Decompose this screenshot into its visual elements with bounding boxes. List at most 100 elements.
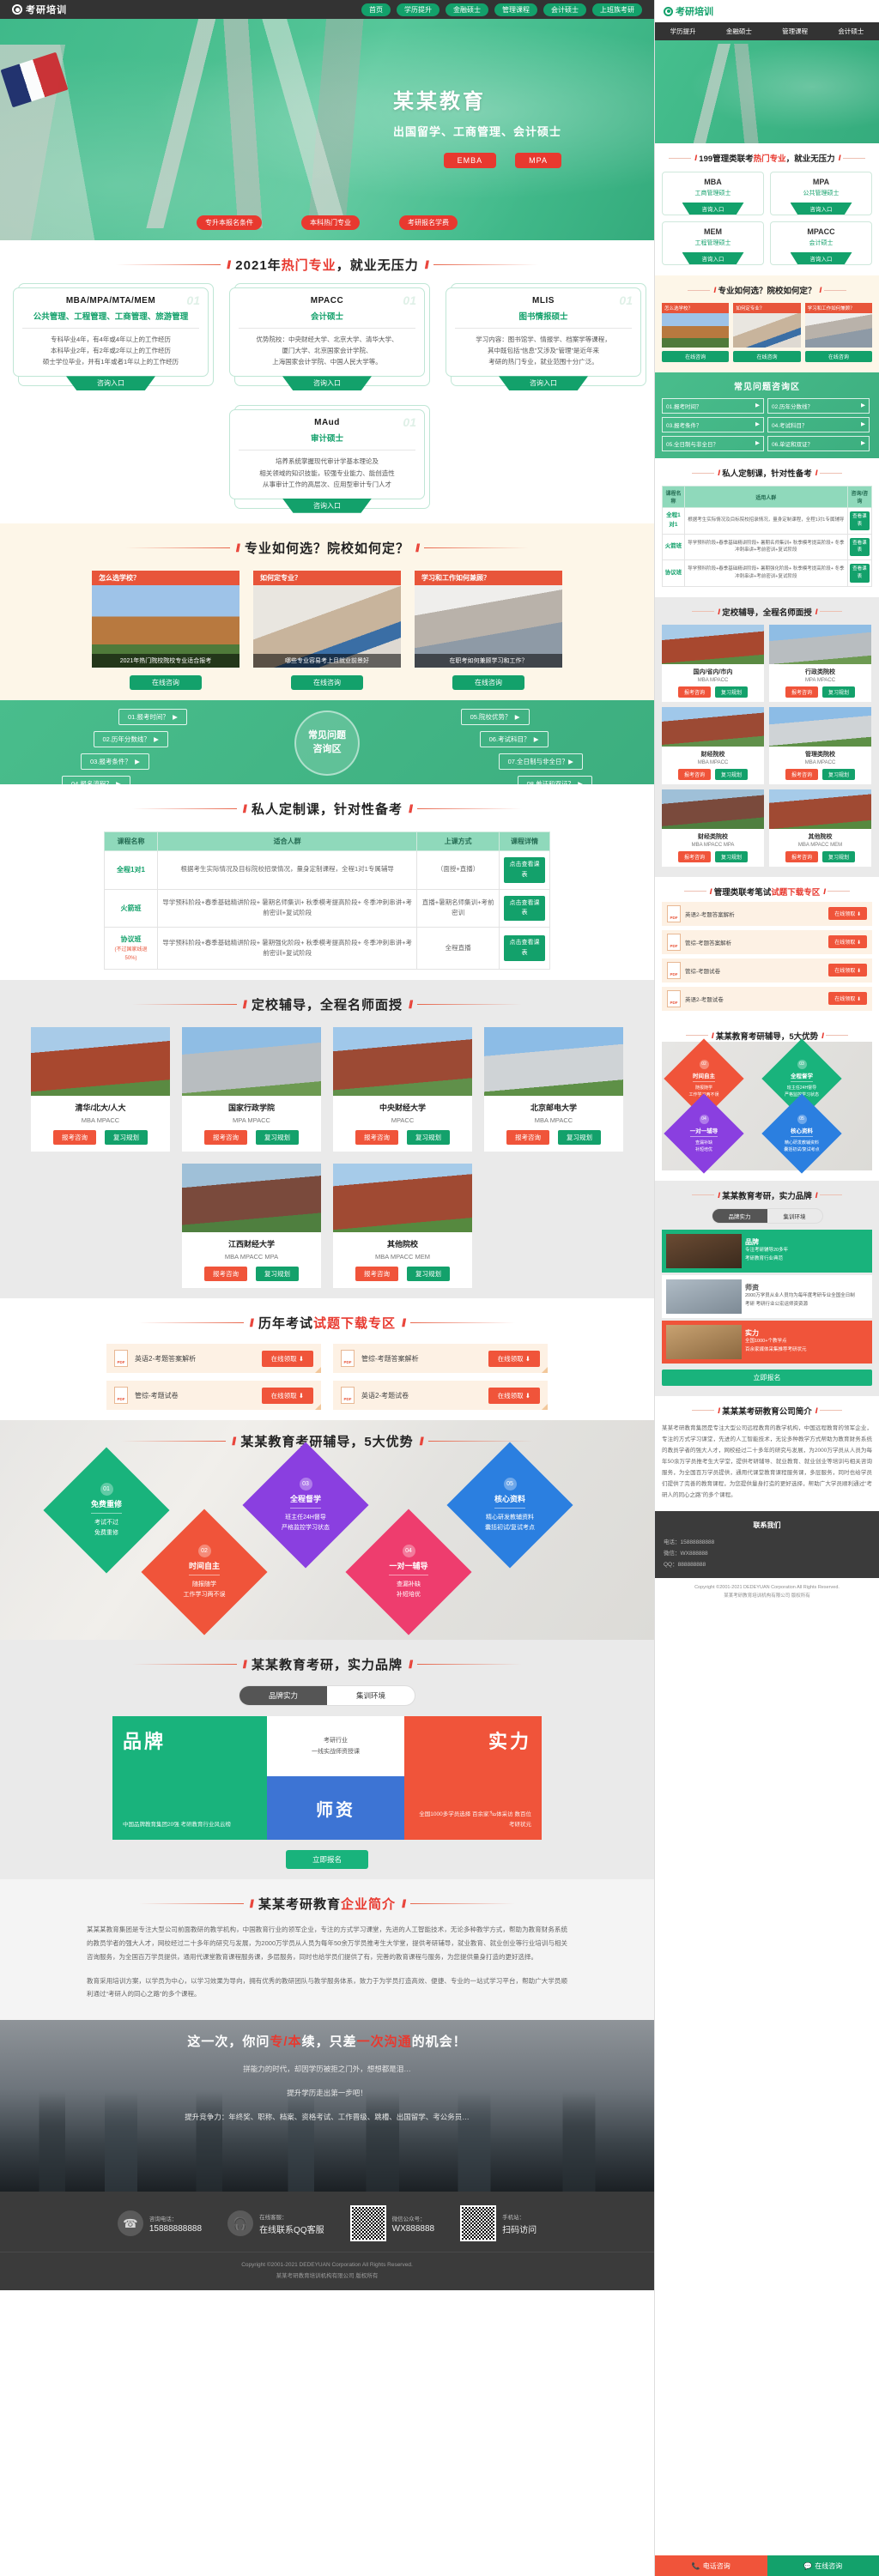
school-plan-button[interactable]: 复习规划 xyxy=(822,850,856,862)
nav-item-4[interactable]: 会计硕士 xyxy=(543,3,586,16)
school-apply-button[interactable]: 报考咨询 xyxy=(785,686,818,698)
mobile-chat-button[interactable]: 💬 在线咨询 xyxy=(767,2555,879,2576)
school-card[interactable]: 管理类院校 MBA MPACC 报考咨询 复习规划 xyxy=(769,706,871,784)
advantage-diamond[interactable]: 04 一对一辅导 查漏补缺 补短培优 xyxy=(345,1509,472,1636)
faq-item[interactable]: 01.报考时间？ ▶ xyxy=(662,398,764,414)
download-button[interactable]: 在线领取 ⬇ xyxy=(828,935,867,949)
faq-item[interactable]: 08.单证和双证？ ▶ xyxy=(517,775,592,792)
major-cta-button[interactable]: 咨询入口 xyxy=(499,376,588,391)
choose-card-button[interactable]: 在线咨询 xyxy=(452,674,524,690)
school-apply-button[interactable]: 报考咨询 xyxy=(355,1267,398,1282)
school-apply-button[interactable]: 报考咨询 xyxy=(204,1130,247,1146)
download-item[interactable]: 管综-考题试卷 在线领取 ⬇ xyxy=(106,1381,321,1411)
school-card[interactable]: 国内/省内/市内 MBA MPACC 报考咨询 复习规划 xyxy=(662,624,764,702)
view-schedule-button[interactable]: 查看课表 xyxy=(849,564,870,583)
school-card[interactable]: 中央财经大学 MPACC 报考咨询 复习规划 xyxy=(333,1027,472,1152)
school-plan-button[interactable]: 复习规划 xyxy=(256,1267,299,1282)
advantage-diamond[interactable]: 05 核心资料 精心研发教辅资料 囊括初试/复试考点 xyxy=(446,1442,573,1569)
school-card[interactable]: 北京邮电大学 MBA MPACC 报考咨询 复习规划 xyxy=(484,1027,623,1152)
download-item[interactable]: 管综-考题答案解析 在线领取 ⬇ xyxy=(333,1344,548,1374)
faq-item[interactable]: 02.历年分数线？ ▶ xyxy=(767,398,870,414)
faq-item[interactable]: 02.历年分数线？ ▶ xyxy=(93,730,168,747)
school-apply-button[interactable]: 报考咨询 xyxy=(785,850,818,862)
school-card[interactable]: 财经类院校 MBA MPACC MPA 报考咨询 复习规划 xyxy=(662,789,764,867)
school-apply-button[interactable]: 报考咨询 xyxy=(355,1130,398,1146)
download-button[interactable]: 在线领取 ⬇ xyxy=(828,964,867,977)
tab-training-environment[interactable]: 集训环境 xyxy=(767,1209,822,1223)
school-plan-button[interactable]: 复习规划 xyxy=(822,768,856,780)
school-apply-button[interactable]: 报考咨询 xyxy=(204,1267,247,1282)
view-schedule-button[interactable]: 查看课表 xyxy=(849,511,870,530)
advantage-diamond[interactable]: 02 时间自主 随报随学工作学习两不误 xyxy=(141,1509,268,1636)
download-item[interactable]: 管综-考题答案解析 在线领取 ⬇ xyxy=(662,929,872,954)
mobile-brand-card[interactable]: 实力 全国1000+个教学点 百余家媒体采集推荐考研状元 xyxy=(662,1320,872,1364)
school-apply-button[interactable]: 报考咨询 xyxy=(53,1130,96,1146)
mobile-choose-card[interactable]: 如何定专业？ 在线咨询 xyxy=(733,303,801,362)
school-plan-button[interactable]: 复习规划 xyxy=(822,686,856,698)
footer-service[interactable]: 🎧 在线客服： 在线联系QQ客服 xyxy=(227,2210,324,2237)
signup-button[interactable]: 立即报名 xyxy=(286,1850,368,1870)
major-card[interactable]: 01 MBA/MPA/MTA/MEM 公共管理、工程管理、工商管理、旅游管理 专… xyxy=(13,283,214,391)
mobile-choose-card[interactable]: 怎么选学校？ 在线咨询 xyxy=(662,303,730,362)
major-card[interactable]: 01 MAud 审计硕士 培养系统掌握现代审计学基本理论及 相关领域的知识技能，… xyxy=(229,405,430,513)
faq-item[interactable]: 01.报考时间？ ▶ xyxy=(118,708,187,725)
school-apply-button[interactable]: 报考咨询 xyxy=(677,686,711,698)
site-logo[interactable]: 考研培训 xyxy=(12,3,67,16)
faq-item[interactable]: 05.全日制与非全日？ ▶ xyxy=(662,436,764,451)
download-item[interactable]: 英语2-考题试卷 在线领取 ⬇ xyxy=(662,986,872,1011)
choose-card-button[interactable]: 在线咨询 xyxy=(662,351,730,362)
nav-item-2[interactable]: 金融硕士 xyxy=(446,3,488,16)
major-cta-button[interactable]: 咨询入口 xyxy=(790,252,852,264)
major-cta-button[interactable]: 咨询入口 xyxy=(790,203,852,215)
advantage-diamond[interactable]: 03 全程督学 班主任24H督导严格监控学习状态 xyxy=(242,1442,369,1569)
view-schedule-button[interactable]: 点击查看课表 xyxy=(503,856,545,883)
school-apply-button[interactable]: 报考咨询 xyxy=(785,768,818,780)
mobile-nav-item-3[interactable]: 会计硕士 xyxy=(838,27,864,36)
school-plan-button[interactable]: 复习规划 xyxy=(105,1130,148,1146)
tab-brand-strength[interactable]: 品牌实力 xyxy=(239,1686,327,1706)
major-card[interactable]: 01 MLIS 图书情报硕士 学习内容：图书馆学、情报学、档案学等课程， 其中既… xyxy=(446,283,646,391)
mobile-major-card[interactable]: MBA 工商管理硕士 咨询入口 xyxy=(662,172,764,215)
school-plan-button[interactable]: 复习规划 xyxy=(558,1130,601,1146)
tab-training-environment[interactable]: 集训环境 xyxy=(327,1686,415,1705)
mobile-nav-item-0[interactable]: 学历提升 xyxy=(670,27,696,36)
mobile-signup-button[interactable]: 立即报名 xyxy=(662,1369,872,1386)
choose-card[interactable]: 如何定专业？ 哪些专业容易考上且就业前景好 在线咨询 xyxy=(253,570,401,690)
choose-card-button[interactable]: 在线咨询 xyxy=(130,674,202,690)
school-plan-button[interactable]: 复习规划 xyxy=(715,768,749,780)
school-plan-button[interactable]: 复习规划 xyxy=(256,1130,299,1146)
hero-tag-2[interactable]: 考研报名学费 xyxy=(399,215,458,230)
advantage-diamond[interactable]: 01 免费重修 考试不过 免费重修 xyxy=(43,1447,170,1574)
download-item[interactable]: 英语2-考题试卷 在线领取 ⬇ xyxy=(333,1381,548,1411)
mobile-major-card[interactable]: MPACC 会计硕士 咨询入口 xyxy=(770,221,872,265)
choose-card-button[interactable]: 在线咨询 xyxy=(804,351,872,362)
mobile-major-card[interactable]: MPA 公共管理硕士 咨询入口 xyxy=(770,172,872,215)
download-button[interactable]: 在线领取 ⬇ xyxy=(261,1387,313,1404)
tab-brand-strength[interactable]: 品牌实力 xyxy=(712,1208,767,1223)
school-apply-button[interactable]: 报考咨询 xyxy=(677,850,711,862)
faq-item[interactable]: 06.单证和双证？ ▶ xyxy=(767,436,870,451)
school-card[interactable]: 江西财经大学 MBA MPACC MPA 报考咨询 复习规划 xyxy=(182,1164,321,1289)
advantage-diamond[interactable]: 04 一对一辅导 查漏补缺 补短培优 xyxy=(664,1093,744,1174)
school-card[interactable]: 其他院校 MBA MPACC MEM 报考咨询 复习规划 xyxy=(769,789,871,867)
download-button[interactable]: 在线领取 ⬇ xyxy=(828,992,867,1006)
school-card[interactable]: 国家行政学院 MPA MPACC 报考咨询 复习规划 xyxy=(182,1027,321,1152)
hero-button-emba[interactable]: EMBA xyxy=(443,153,497,168)
view-schedule-button[interactable]: 查看课表 xyxy=(849,537,870,557)
mobile-major-card[interactable]: MEM 工程管理硕士 咨询入口 xyxy=(662,221,764,265)
major-cta-button[interactable]: 咨询入口 xyxy=(66,376,155,391)
download-item[interactable]: 管综-考题试卷 在线领取 ⬇ xyxy=(662,958,872,983)
download-button[interactable]: 在线领取 ⬇ xyxy=(488,1350,540,1367)
major-cta-button[interactable]: 咨询入口 xyxy=(682,203,744,215)
school-card[interactable]: 其他院校 MBA MPACC MEM 报考咨询 复习规划 xyxy=(333,1164,472,1289)
hero-tag-0[interactable]: 专升本报名条件 xyxy=(197,215,262,230)
school-apply-button[interactable]: 报考咨询 xyxy=(506,1130,549,1146)
download-button[interactable]: 在线领取 ⬇ xyxy=(488,1387,540,1404)
nav-item-1[interactable]: 学历提升 xyxy=(397,3,440,16)
faq-item[interactable]: 03.报考条件？ ▶ xyxy=(662,417,764,432)
major-cta-button[interactable]: 咨询入口 xyxy=(282,498,372,513)
mobile-brand-card[interactable]: 品牌 专注考研辅导20多年 考研教育行业典范 xyxy=(662,1229,872,1273)
faq-item[interactable]: 03.报考条件？ ▶ xyxy=(81,753,149,770)
major-cta-button[interactable]: 咨询入口 xyxy=(682,252,744,264)
faq-item[interactable]: 07.全日制与非全日？▶ xyxy=(498,753,583,770)
